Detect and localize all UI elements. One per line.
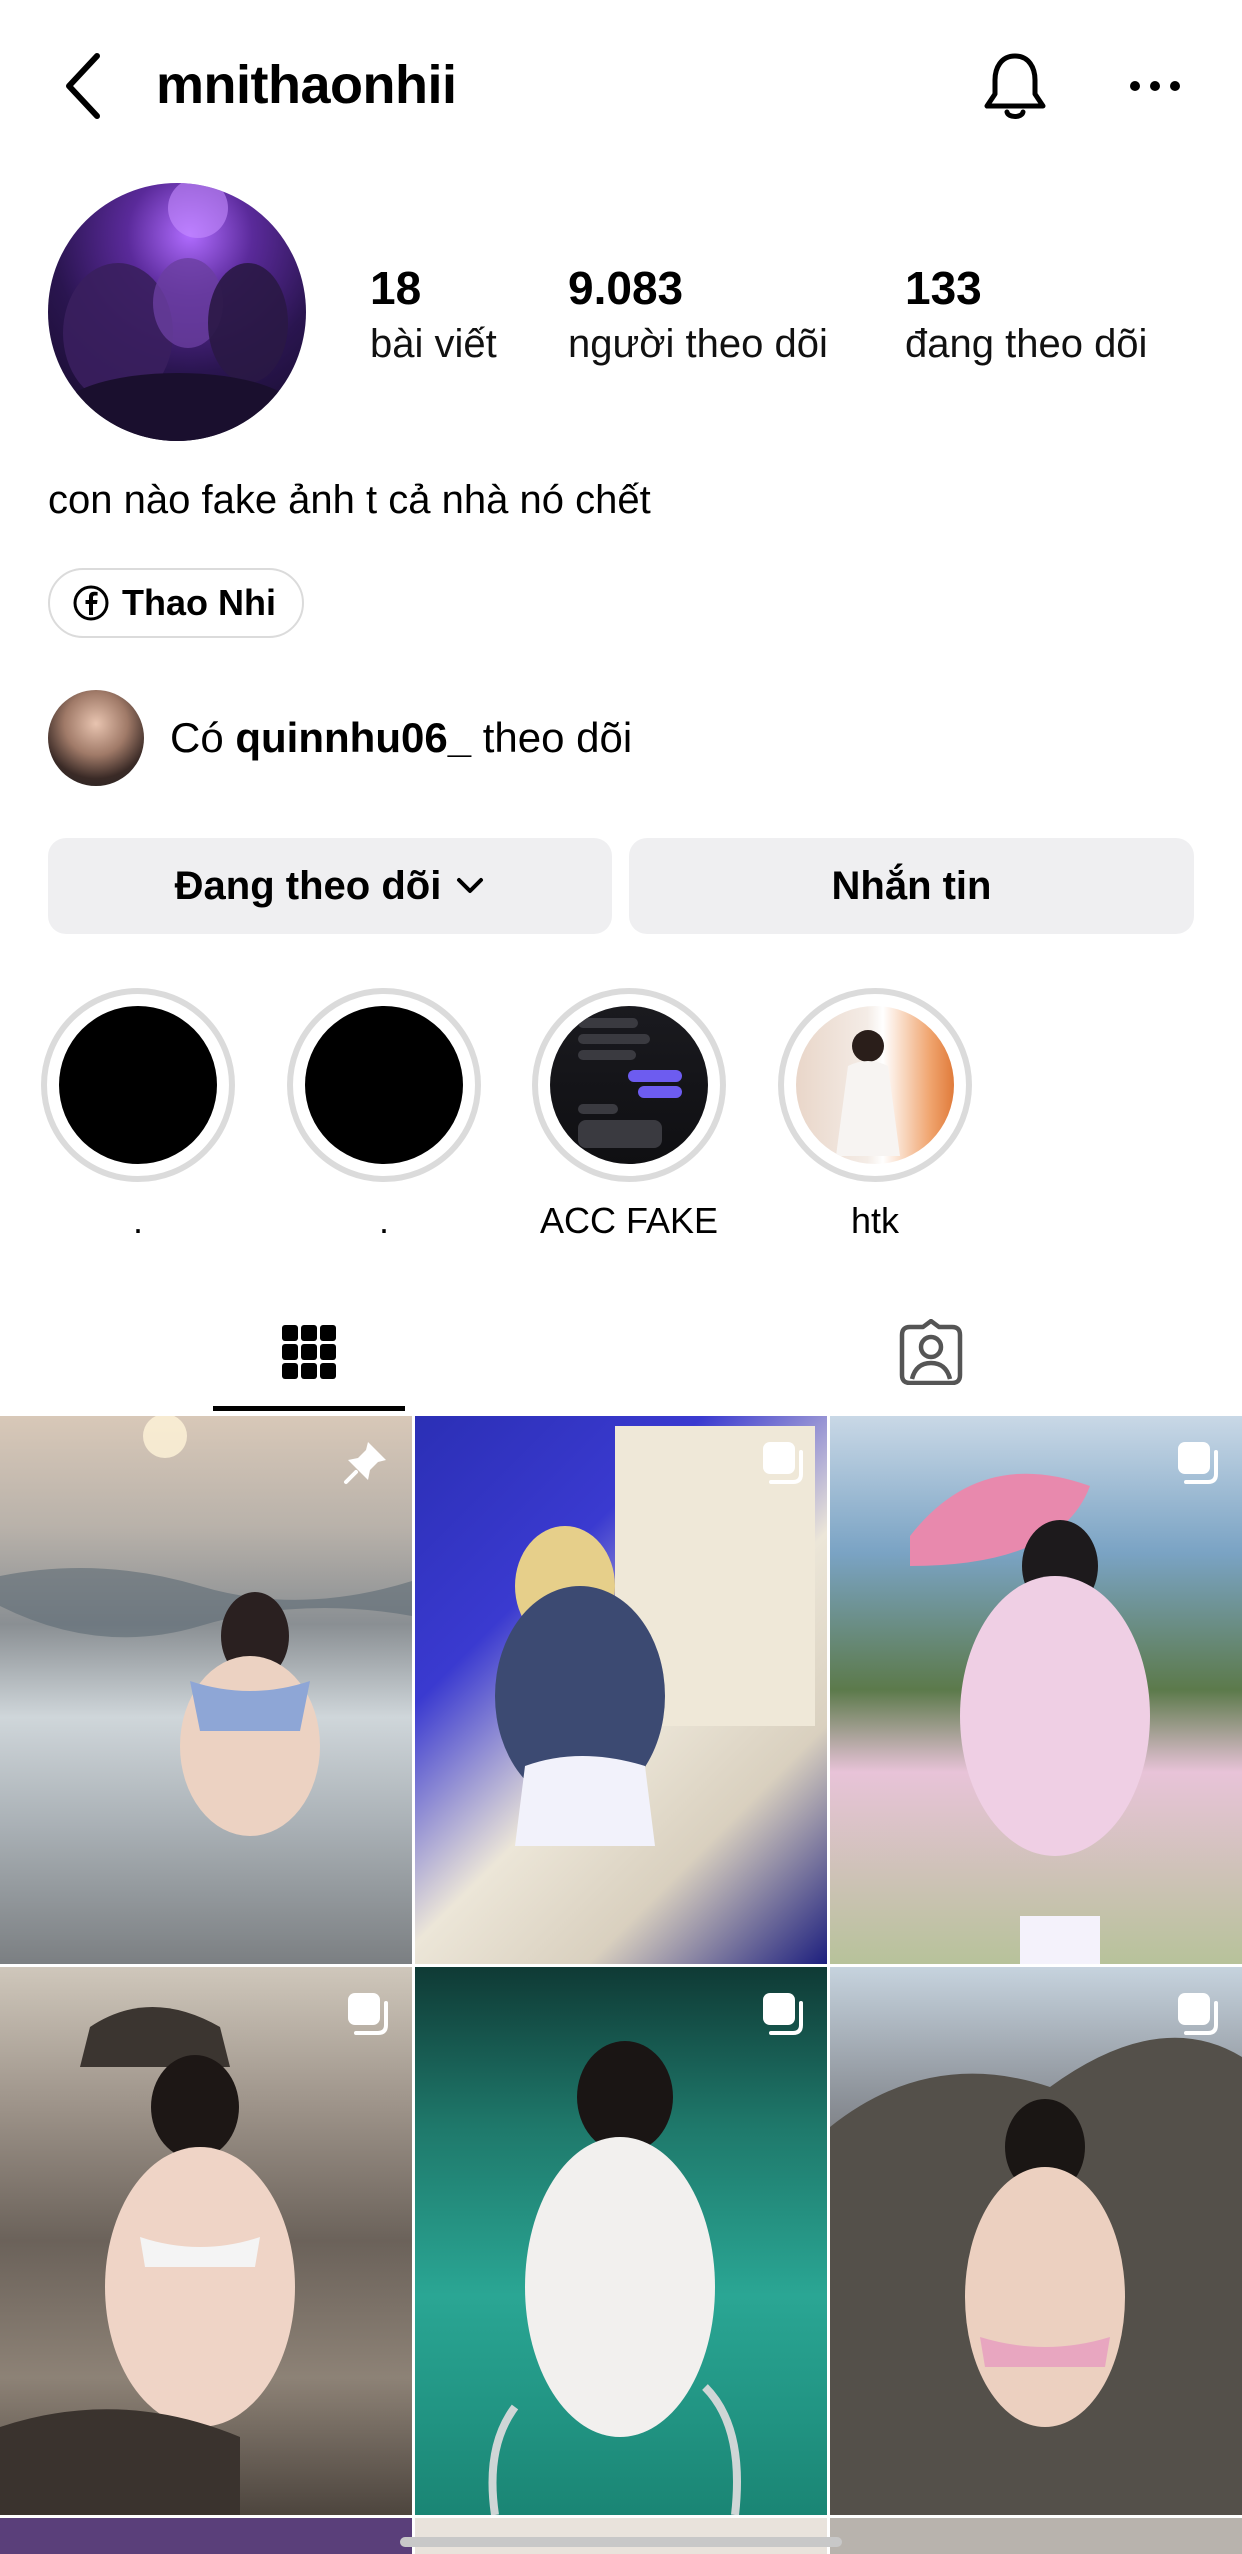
highlight-label: htk [850, 1200, 900, 1241]
following-button-label: Đang theo dõi [174, 863, 442, 908]
tab-posts-grid[interactable] [213, 1290, 405, 1414]
post-tile[interactable] [415, 2518, 827, 2554]
carousel-icon [763, 1993, 803, 2035]
profile-username: mnithaonhii [156, 55, 457, 115]
profile-page: mnithaonhii 18 bài viết 9.083 người theo… [0, 0, 1242, 2554]
grid-icon [282, 1325, 336, 1379]
highlight-ring [287, 988, 481, 1182]
highlight-ring [41, 988, 235, 1182]
highlight-cover [305, 1006, 463, 1164]
highlight-cover [550, 1006, 708, 1164]
followers-label: người theo dõi [568, 322, 828, 366]
chevron-down-icon [457, 878, 484, 893]
message-button-label: Nhắn tin [831, 863, 992, 908]
avatar-photo [58, 183, 298, 441]
mutual-suffix: theo dõi [482, 714, 633, 761]
highlight-label: ACC FAKE [539, 1200, 719, 1241]
mutual-followers-text: Có quinnhu06_ theo dõi [170, 714, 632, 762]
profile-bio: con nào fake ảnh t cả nhà nó chết [48, 478, 651, 522]
mutual-username: quinnhu06_ [235, 714, 472, 761]
following-label: đang theo dõi [905, 322, 1148, 366]
stat-following[interactable]: 133 đang theo dõi [905, 260, 1147, 372]
posts-grid [0, 1416, 1242, 2554]
tab-tagged[interactable] [835, 1290, 1027, 1414]
mutual-followers[interactable]: Có quinnhu06_ theo dõi [48, 690, 632, 786]
chevron-left-icon [66, 53, 100, 119]
post-tile[interactable] [0, 1967, 412, 2515]
post-tile[interactable] [415, 1416, 827, 1964]
more-options-button[interactable] [1125, 66, 1185, 106]
highlight-2[interactable]: . [287, 988, 481, 1246]
carousel-icon [1178, 1442, 1218, 1484]
highlight-label: . [378, 1200, 389, 1241]
notifications-button[interactable] [975, 46, 1055, 126]
facebook-link-label: Thao Nhi [122, 582, 276, 623]
posts-count: 18 [370, 262, 422, 314]
message-button[interactable]: Nhắn tin [629, 838, 1194, 934]
post-photo [495, 1426, 815, 1846]
followers-count: 9.083 [568, 262, 684, 314]
carousel-icon [348, 1993, 388, 2035]
profile-avatar[interactable] [48, 183, 306, 441]
post-photo [0, 2007, 295, 2515]
post-photo [910, 1473, 1150, 1964]
highlight-1[interactable]: . [41, 988, 235, 1246]
photo-thumbnail [836, 1030, 900, 1156]
highlight-cover [59, 1006, 217, 1164]
stat-followers[interactable]: 9.083 người theo dõi [568, 260, 828, 372]
pin-icon [344, 1442, 386, 1484]
tagged-person-icon [899, 1319, 963, 1385]
post-photo [0, 1416, 412, 1836]
top-bar: mnithaonhii [0, 0, 1242, 170]
mutual-follower-avatar [48, 690, 144, 786]
highlight-ring [778, 988, 972, 1182]
back-button[interactable] [55, 48, 115, 124]
post-photo [488, 2041, 741, 2515]
post-photo [830, 2037, 1242, 2515]
carousel-icon [763, 1442, 803, 1484]
posts-label: bài viết [370, 322, 497, 366]
post-tile[interactable] [830, 1967, 1242, 2515]
post-tile[interactable] [0, 2518, 412, 2554]
stat-posts[interactable]: 18 bài viết [370, 260, 497, 372]
facebook-link-chip[interactable]: Thao Nhi [48, 568, 304, 638]
highlight-label: . [132, 1200, 143, 1241]
carousel-icon [1178, 1993, 1218, 2035]
chat-screenshot-thumbnail [578, 1018, 682, 1148]
following-button[interactable]: Đang theo dõi [48, 838, 612, 934]
home-indicator[interactable] [400, 2537, 842, 2547]
highlight-cover [796, 1006, 954, 1164]
highlight-htk[interactable]: htk [778, 988, 972, 1246]
more-horizontal-icon [1130, 81, 1180, 91]
post-tile[interactable] [830, 2518, 1242, 2554]
highlight-acc-fake[interactable]: ACC FAKE [532, 988, 726, 1246]
active-tab-indicator [213, 1406, 405, 1411]
post-tile[interactable] [415, 1967, 827, 2515]
bell-icon [984, 53, 1046, 119]
mutual-prefix: Có [170, 714, 224, 761]
facebook-icon [73, 585, 109, 621]
highlight-ring [532, 988, 726, 1182]
profile-tabs [0, 1290, 1242, 1414]
post-tile[interactable] [0, 1416, 412, 1964]
post-tile[interactable] [830, 1416, 1242, 1964]
following-count: 133 [905, 262, 982, 314]
